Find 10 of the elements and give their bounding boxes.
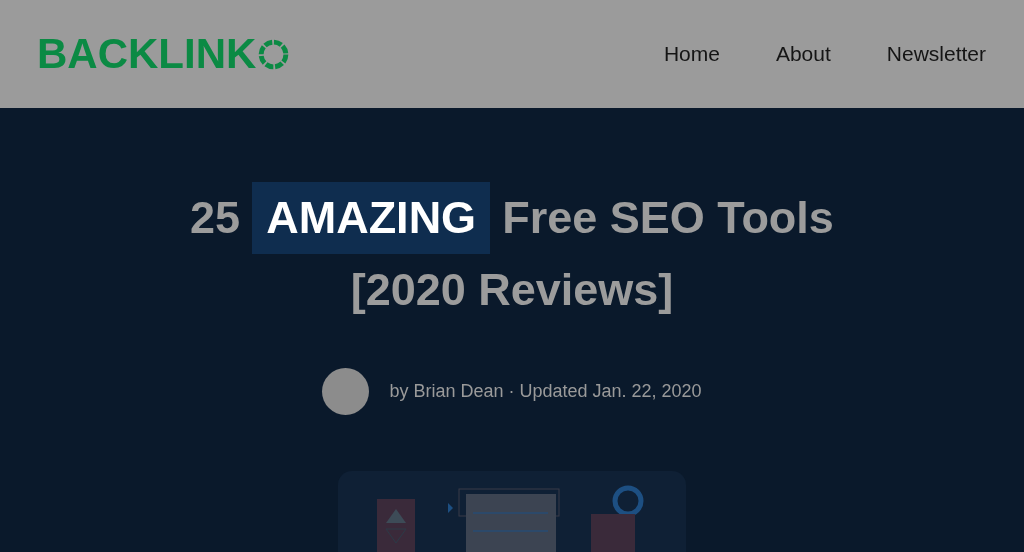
author-avatar: [322, 368, 370, 415]
ring-logo-icon: [257, 37, 291, 71]
highlighted-word: AMAZING: [252, 182, 491, 254]
title-text: 25: [190, 191, 241, 245]
title-text: [2020 Reviews]: [350, 263, 674, 317]
nav-link[interactable]: Home: [663, 42, 720, 66]
nav-link[interactable]: About: [775, 42, 831, 66]
nav-link[interactable]: Newsletter: [886, 42, 986, 66]
byline-text: by Brian Dean · Updated Jan. 22, 2020: [389, 381, 702, 402]
title-text: Free SEO Tools: [502, 191, 834, 245]
